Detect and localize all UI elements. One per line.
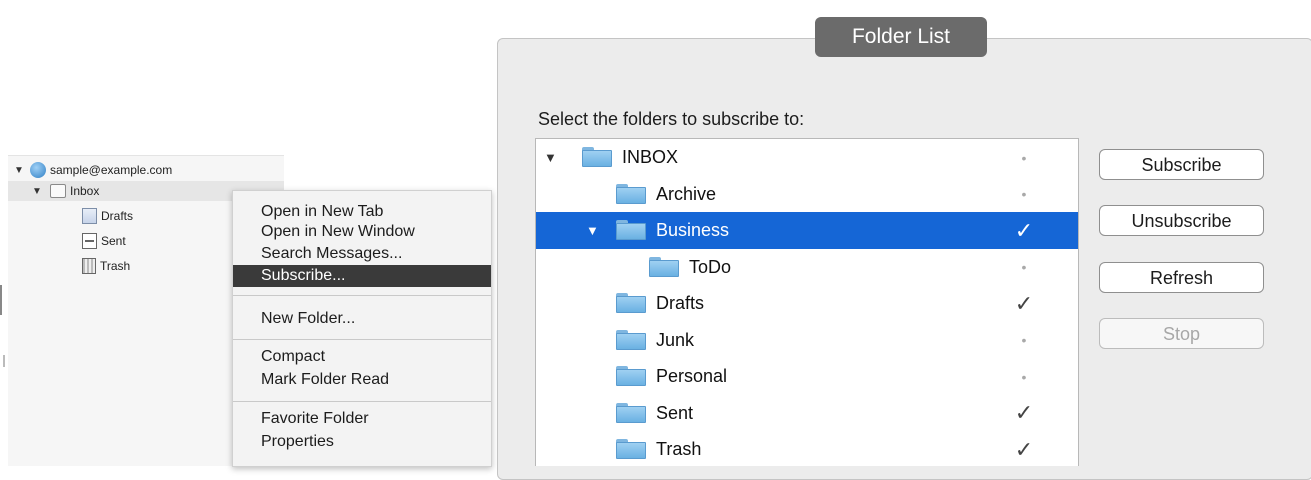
menu-item-properties[interactable]: Properties	[233, 431, 491, 453]
subscribed-check-icon[interactable]: ✓	[1014, 218, 1034, 244]
unsubscribe-button[interactable]: Unsubscribe	[1099, 205, 1264, 236]
folder-icon	[616, 366, 646, 386]
disclosure-triangle-icon[interactable]: ▼	[14, 165, 26, 176]
subscribed-check-icon[interactable]: ✓	[1014, 291, 1034, 317]
menu-item-subscribe[interactable]: Subscribe...	[233, 265, 491, 287]
unsubscribed-dot-icon[interactable]: •	[1014, 186, 1034, 202]
folder-icon	[616, 293, 646, 313]
dialog-instructions: Select the folders to subscribe to:	[538, 109, 805, 129]
folder-name: Drafts	[656, 293, 705, 313]
subscribe-folder-list[interactable]: ▼ INBOX • Archive • ▼ Business ✓ ToDo • Drafts ✓ Jun…	[535, 138, 1079, 466]
subscribed-check-icon[interactable]: ✓	[1014, 437, 1034, 463]
folder-name: INBOX	[622, 147, 679, 167]
menu-separator	[233, 401, 491, 402]
folder-icon	[616, 439, 646, 459]
account-icon	[30, 162, 46, 178]
folder-name: Sent	[656, 402, 694, 423]
unsubscribed-dot-icon[interactable]: •	[1014, 259, 1034, 275]
subscribe-button[interactable]: Subscribe	[1099, 149, 1264, 180]
folder-row-business[interactable]: ▼ Business ✓	[536, 212, 1078, 249]
menu-item-open-in-new-window[interactable]: Open in New Window	[233, 221, 491, 243]
tree-item-drafts[interactable]: Drafts	[82, 206, 133, 226]
tree-account-row[interactable]: ▼ sample@example.com	[14, 160, 172, 180]
disclosure-triangle-icon[interactable]: ▼	[586, 223, 599, 238]
sent-icon	[82, 233, 97, 249]
folder-name: Junk	[656, 329, 695, 350]
tree-item-label: Sent	[101, 234, 126, 248]
folder-row-junk[interactable]: Junk •	[536, 322, 1078, 359]
folder-row-sent[interactable]: Sent ✓	[536, 395, 1078, 432]
refresh-button[interactable]: Refresh	[1099, 262, 1264, 293]
folder-name: ToDo	[689, 256, 732, 277]
disclosure-triangle-icon[interactable]: ▼	[32, 186, 44, 197]
folder-icon	[616, 329, 646, 350]
disclosure-triangle-icon[interactable]: ▼	[544, 150, 557, 165]
menu-separator	[233, 339, 491, 340]
unsubscribed-dot-icon[interactable]: •	[1014, 332, 1034, 348]
folder-row-archive[interactable]: Archive •	[536, 176, 1078, 213]
menu-item-open-in-new-tab[interactable]: Open in New Tab	[233, 201, 491, 223]
menu-item-favorite-folder[interactable]: Favorite Folder	[233, 408, 491, 430]
drafts-icon	[82, 208, 97, 224]
inbox-label: Inbox	[70, 184, 100, 198]
menu-item-compact[interactable]: Compact	[233, 346, 491, 368]
folder-name: Archive	[656, 183, 717, 204]
folder-row-trash[interactable]: Trash ✓	[536, 431, 1078, 468]
menu-separator	[233, 295, 491, 296]
menu-item-mark-folder-read[interactable]: Mark Folder Read	[233, 369, 491, 391]
folder-name: Business	[656, 220, 730, 240]
tree-item-label: Drafts	[101, 209, 134, 223]
folder-icon	[649, 256, 679, 277]
folder-icon	[616, 402, 646, 423]
subscribed-check-icon[interactable]: ✓	[1014, 400, 1034, 426]
inbox-icon	[50, 184, 66, 198]
stop-button: Stop	[1099, 318, 1264, 349]
menu-item-search-messages[interactable]: Search Messages...	[233, 243, 491, 265]
account-label: sample@example.com	[50, 163, 173, 177]
trash-icon	[82, 258, 96, 274]
folder-name: Trash	[656, 439, 702, 459]
unsubscribed-dot-icon[interactable]: •	[1014, 150, 1034, 166]
tree-item-sent[interactable]: Sent	[82, 231, 126, 251]
tree-item-label: Trash	[100, 259, 131, 273]
tree-item-trash[interactable]: Trash	[82, 256, 130, 276]
folder-name: Personal	[656, 366, 728, 386]
folder-icon	[616, 220, 646, 240]
menu-item-new-folder[interactable]: New Folder...	[233, 308, 491, 330]
folder-row-drafts[interactable]: Drafts ✓	[536, 285, 1078, 322]
folder-icon	[616, 183, 646, 204]
pane-divider	[0, 285, 2, 315]
pane-divider	[3, 355, 5, 367]
folder-row-personal[interactable]: Personal •	[536, 358, 1078, 395]
folder-row-todo[interactable]: ToDo •	[536, 249, 1078, 286]
folder-row-inbox[interactable]: ▼ INBOX •	[536, 139, 1078, 176]
dialog-title: Folder List	[815, 17, 987, 57]
unsubscribed-dot-icon[interactable]: •	[1014, 369, 1034, 385]
folder-icon	[582, 147, 612, 167]
context-menu: Open in New Tab Open in New Window Searc…	[232, 190, 492, 467]
